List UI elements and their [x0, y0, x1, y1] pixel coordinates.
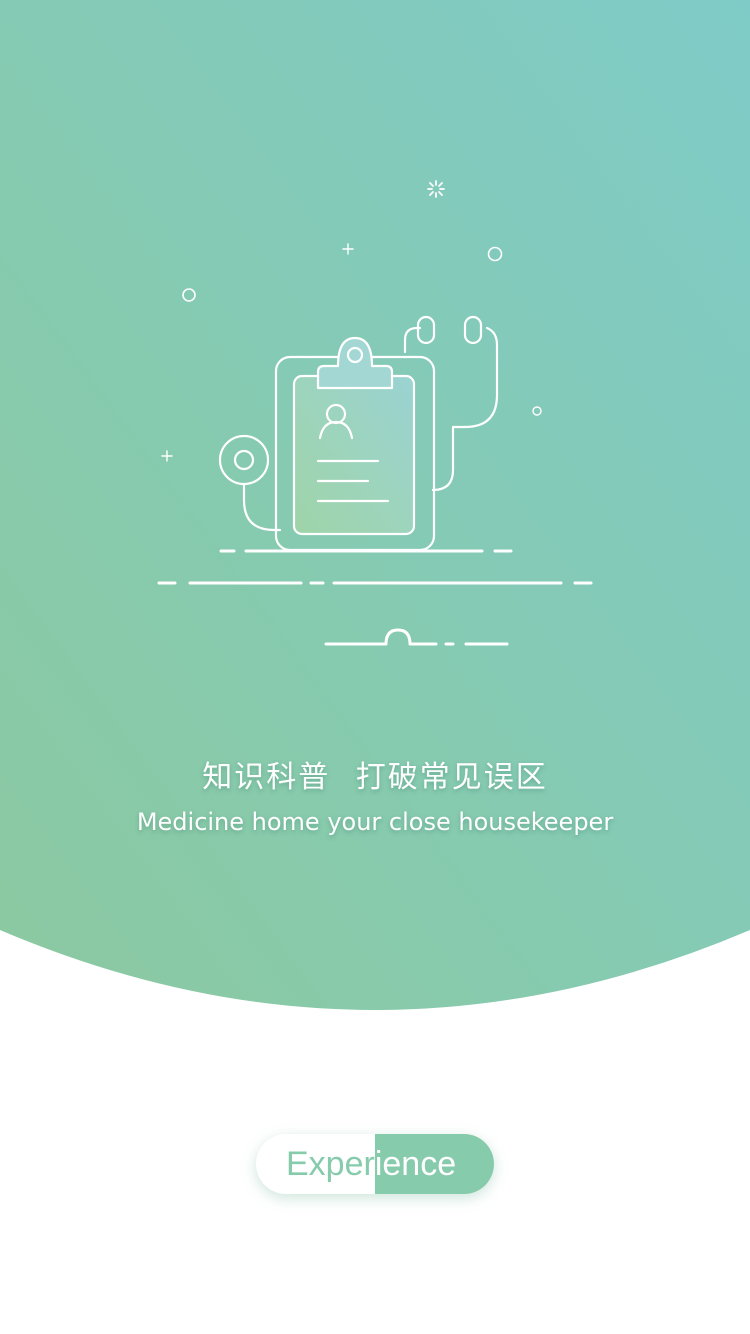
circle-icon	[532, 406, 542, 416]
plus-icon	[342, 243, 354, 255]
sparkle-icon	[427, 180, 445, 198]
experience-label-on-fill: Experience	[375, 1145, 457, 1183]
headline-text: 知识科普 打破常见误区	[202, 760, 548, 795]
experience-label-left: Experience	[256, 1134, 375, 1194]
plus-icon	[161, 450, 173, 462]
circle-icon	[182, 288, 196, 302]
experience-label-right: Experience	[375, 1134, 494, 1194]
circle-icon	[487, 246, 503, 262]
clipboard-stethoscope-illustration	[157, 180, 593, 646]
experience-button[interactable]: Experience Experience	[256, 1134, 494, 1194]
experience-label: Experience	[286, 1145, 375, 1183]
subline-text: Medicine home your close housekeeper	[136, 808, 614, 836]
